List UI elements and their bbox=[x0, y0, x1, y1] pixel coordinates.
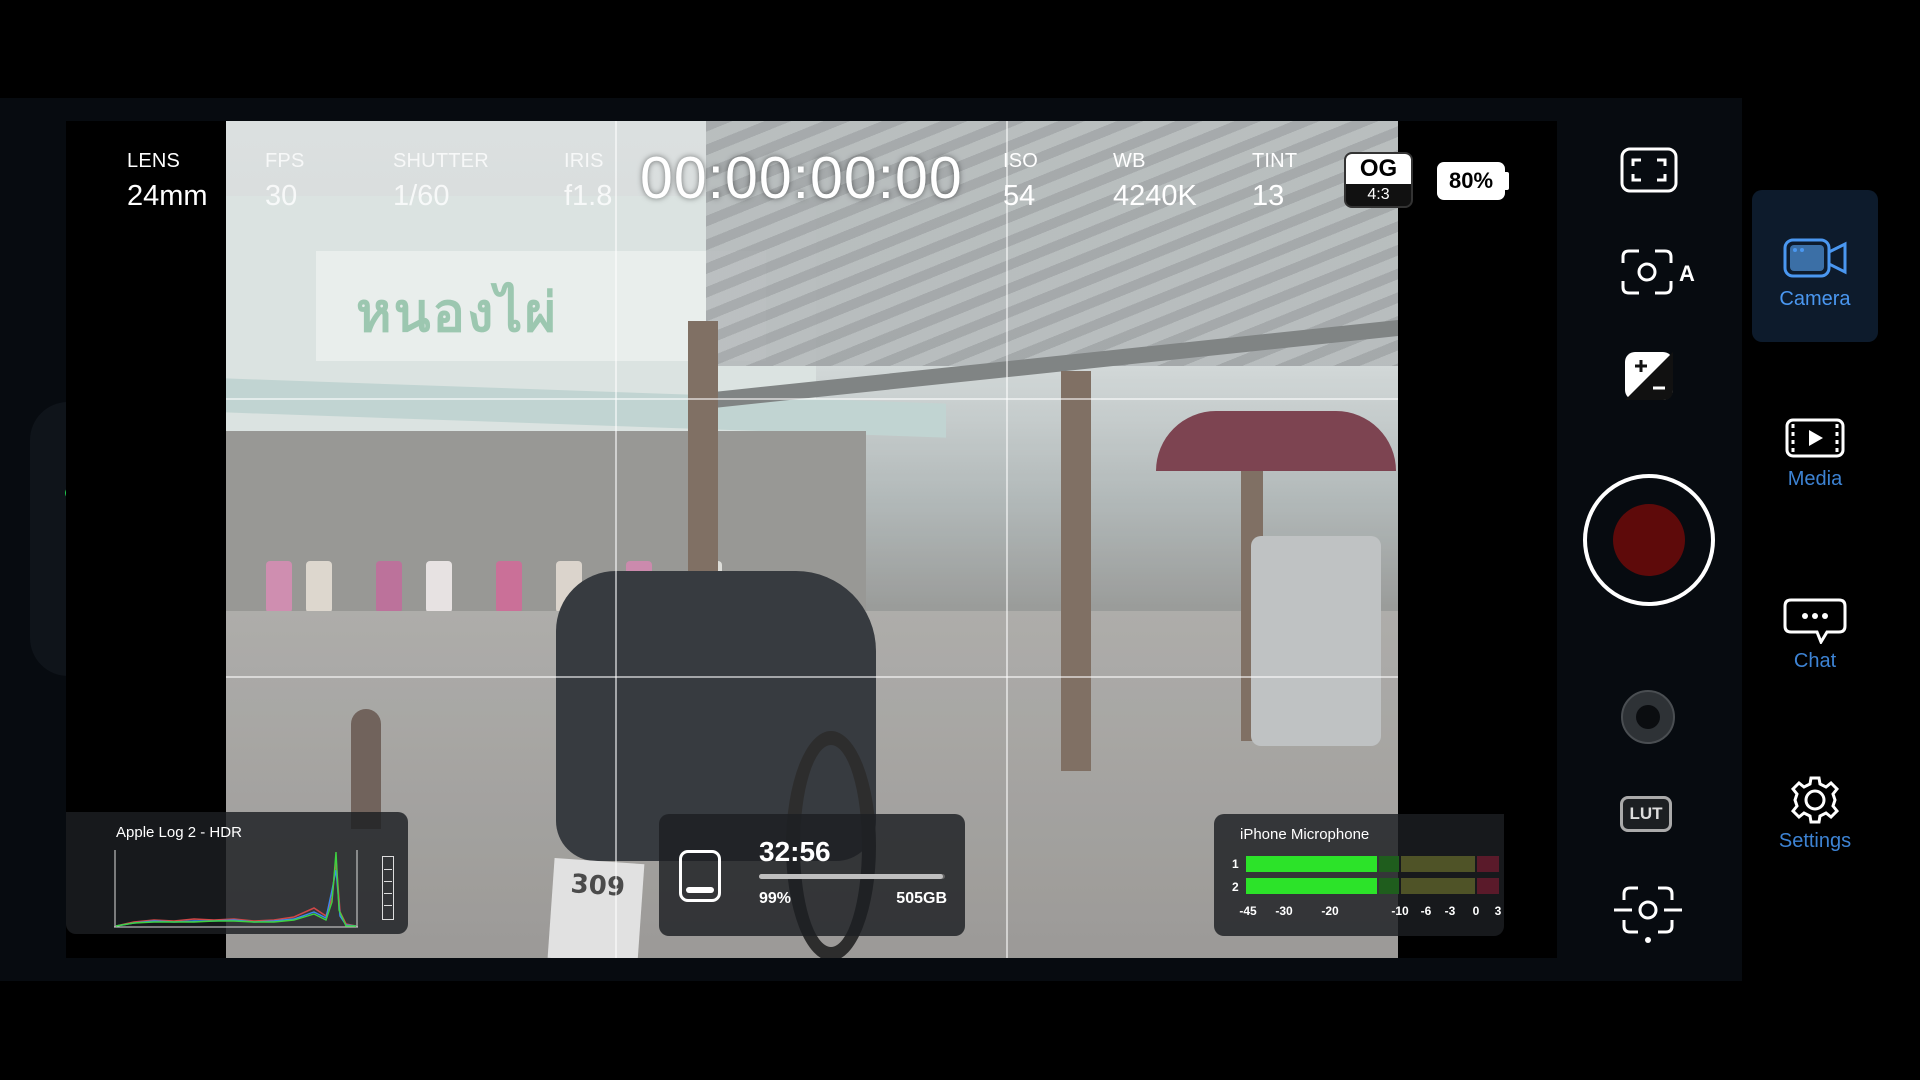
audio-source-label: iPhone Microphone bbox=[1240, 826, 1370, 843]
clipping-indicator bbox=[382, 856, 394, 920]
wb-value: 4240K bbox=[1113, 180, 1197, 212]
tint-label: TINT bbox=[1252, 150, 1298, 172]
aspect-format: OG bbox=[1346, 154, 1411, 184]
color-profile-label: Apple Log 2 - HDR bbox=[116, 824, 242, 841]
record-dot bbox=[1613, 504, 1685, 576]
channel-1-meter bbox=[1246, 856, 1499, 872]
tab-chat-label: Chat bbox=[1793, 650, 1837, 672]
record-button[interactable] bbox=[1583, 474, 1715, 606]
battery-indicator: 80% bbox=[1437, 162, 1505, 200]
shutter-setting[interactable]: SHUTTER 1/60 bbox=[393, 150, 489, 213]
scale-tick: -30 bbox=[1275, 904, 1293, 918]
timecode: 00:00:00:00 bbox=[640, 145, 963, 211]
iris-label: IRIS bbox=[564, 150, 604, 172]
shutter-value: 1/60 bbox=[393, 180, 450, 212]
iso-value: 54 bbox=[1003, 180, 1036, 212]
lens-value: 24mm bbox=[127, 180, 208, 212]
tab-media-label: Media bbox=[1787, 468, 1843, 490]
tab-chat[interactable]: Chat bbox=[1752, 552, 1878, 704]
storage-panel[interactable]: 32:56 99% 505GB bbox=[659, 814, 965, 936]
film-play-icon bbox=[1785, 418, 1845, 458]
exposure-compensation-icon bbox=[1625, 352, 1673, 400]
frame-guides-icon bbox=[1620, 147, 1678, 193]
storage-progress bbox=[759, 874, 945, 879]
battery-nub bbox=[1505, 172, 1509, 190]
storage-free-space: 505GB bbox=[896, 890, 947, 907]
wb-setting[interactable]: WB 4240K bbox=[1113, 150, 1197, 213]
lens-setting[interactable]: LENS 24mm bbox=[127, 150, 208, 213]
audio-meter-panel[interactable]: iPhone Microphone 1 2 -45 -30 -20 -10 -6… bbox=[1214, 814, 1504, 936]
tab-camera[interactable]: Camera bbox=[1752, 190, 1878, 342]
tint-value: 13 bbox=[1252, 180, 1285, 212]
focus-icon bbox=[1614, 886, 1682, 943]
scale-tick: -6 bbox=[1420, 904, 1432, 918]
gear-icon bbox=[1790, 776, 1840, 824]
histogram-panel[interactable]: Apple Log 2 - HDR bbox=[66, 812, 408, 934]
histogram-chart bbox=[114, 850, 358, 928]
auto-exposure-icon: A bbox=[1621, 249, 1695, 295]
lut-button[interactable]: LUT bbox=[1620, 796, 1672, 832]
remaining-record-time: 32:56 bbox=[759, 836, 831, 867]
aspect-ratio: 4:3 bbox=[1367, 186, 1390, 203]
tint-setting[interactable]: TINT 13 bbox=[1252, 150, 1297, 213]
drive-icon bbox=[679, 850, 721, 902]
tab-camera-label: Camera bbox=[1779, 288, 1851, 310]
iso-setting[interactable]: ISO 54 bbox=[1003, 150, 1038, 213]
scale-tick: -3 bbox=[1444, 904, 1456, 918]
storage-percent: 99% bbox=[759, 890, 792, 907]
lens-label: LENS bbox=[127, 150, 181, 172]
tab-settings-label: Settings bbox=[1778, 830, 1852, 852]
scale-tick: 3 bbox=[1494, 904, 1502, 918]
chat-bubble-icon bbox=[1783, 598, 1847, 644]
aspect-ratio-badge[interactable]: OG 4:3 bbox=[1344, 152, 1413, 208]
video-camera-icon bbox=[1783, 238, 1847, 278]
storage-progress-fill bbox=[759, 874, 944, 879]
auto-exposure-button[interactable]: A bbox=[1617, 240, 1707, 304]
scale-tick: -20 bbox=[1321, 904, 1339, 918]
scale-tick: -10 bbox=[1391, 904, 1409, 918]
svg-text:A: A bbox=[1679, 261, 1695, 286]
fps-setting[interactable]: FPS 30 bbox=[265, 150, 305, 213]
scale-tick: 0 bbox=[1472, 904, 1480, 918]
shutter-label: SHUTTER bbox=[393, 150, 489, 172]
iris-value: f1.8 bbox=[564, 180, 613, 212]
scale-tick: -45 bbox=[1239, 904, 1257, 918]
lens-select-button[interactable] bbox=[1621, 690, 1675, 744]
iris-setting[interactable]: IRIS f1.8 bbox=[564, 150, 612, 213]
fps-value: 30 bbox=[265, 180, 298, 212]
focus-button[interactable] bbox=[1612, 880, 1684, 944]
tab-media[interactable]: Media bbox=[1752, 370, 1878, 522]
fps-label: FPS bbox=[265, 150, 305, 172]
iso-label: ISO bbox=[1003, 150, 1039, 172]
channel-2-label: 2 bbox=[1232, 880, 1239, 894]
channel-2-meter bbox=[1246, 878, 1499, 894]
wb-label: WB bbox=[1113, 150, 1146, 172]
tab-settings[interactable]: Settings bbox=[1752, 732, 1878, 884]
channel-1-label: 1 bbox=[1232, 857, 1239, 871]
frame-guides-button[interactable] bbox=[1617, 138, 1681, 202]
exposure-compensation-button[interactable] bbox=[1617, 344, 1681, 408]
